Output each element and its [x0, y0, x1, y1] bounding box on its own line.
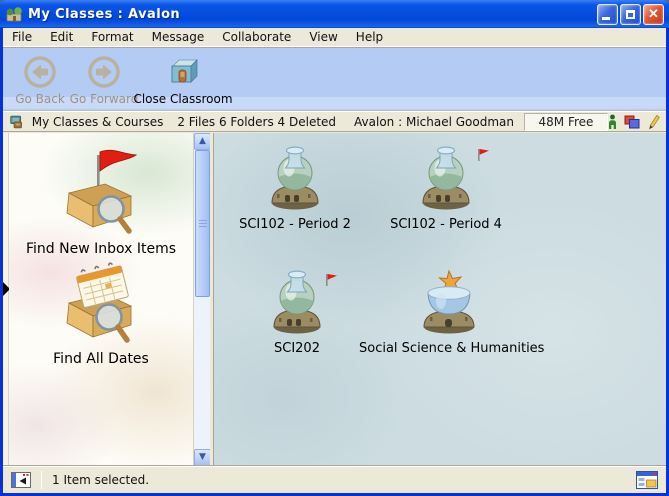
flask-building-icon — [421, 145, 471, 211]
minimize-icon — [602, 17, 610, 20]
status-bar: 1 Item selected. — [3, 466, 666, 493]
menu-file[interactable]: File — [3, 28, 41, 47]
go-back-button[interactable]: Go Back — [9, 54, 71, 106]
infobar-location: My Classes & Courses — [32, 115, 164, 129]
classroom-canvas[interactable]: SCI102 - Period 2 — [214, 133, 666, 466]
find-new-inbox-items-label: Find New Inbox Items — [9, 241, 193, 257]
find-all-dates-label: Find All Dates — [9, 351, 193, 367]
minimize-button[interactable] — [597, 4, 618, 25]
menu-format[interactable]: Format — [82, 28, 142, 47]
course-sci102-period2[interactable]: SCI102 - Period 2 — [215, 145, 375, 232]
course-label: SCI102 - Period 2 — [215, 217, 375, 232]
menu-collaborate[interactable]: Collaborate — [213, 28, 300, 47]
scroll-up-button[interactable]: ▲ — [194, 133, 211, 150]
layers-icon[interactable] — [624, 115, 640, 129]
info-bar: My Classes & Courses 2 Files 6 Folders 4… — [3, 111, 666, 132]
close-button[interactable]: ✕ — [643, 4, 664, 25]
course-sci202[interactable]: SCI202 — [217, 269, 377, 356]
bowl-starfish-building-icon — [421, 269, 477, 335]
course-sci102-period4[interactable]: SCI102 - Period 4 — [366, 145, 526, 232]
scrollbar-thumb[interactable] — [195, 150, 210, 297]
sidebar-scrollbar[interactable]: ▲ ▼ — [193, 133, 210, 466]
find-new-inbox-items[interactable]: Find New Inbox Items — [9, 147, 193, 257]
close-classroom-label: Close Classroom — [133, 92, 232, 106]
course-label: SCI202 — [217, 341, 377, 356]
toolbar: Go Back Go Forward — [3, 48, 666, 111]
window-title: My Classes : Avalon — [28, 7, 597, 22]
app-logo-icon — [5, 5, 23, 23]
find-all-dates[interactable]: Find All Dates — [9, 257, 193, 367]
go-forward-icon — [87, 55, 121, 89]
status-message: 1 Item selected. — [52, 473, 149, 487]
menu-message[interactable]: Message — [143, 28, 214, 47]
new-items-flag-icon — [325, 272, 338, 291]
online-user-icon[interactable] — [608, 114, 617, 130]
calendar-search-icon — [49, 257, 153, 345]
go-forward-label: Go Forward — [70, 92, 139, 106]
infobar-identity: Avalon : Michael Goodman — [354, 115, 514, 129]
edit-pencil-icon[interactable] — [647, 114, 660, 130]
go-back-icon — [23, 55, 57, 89]
go-back-label: Go Back — [15, 92, 65, 106]
layout-view-icon[interactable] — [636, 471, 658, 489]
inbox-flag-search-icon — [49, 147, 153, 235]
classroom-building-icon — [167, 56, 199, 88]
course-social-science-humanities[interactable]: Social Science & Humanities — [359, 269, 539, 356]
course-label: SCI102 - Period 4 — [366, 217, 526, 232]
go-forward-button[interactable]: Go Forward — [73, 54, 135, 106]
maximize-icon — [626, 10, 635, 19]
close-classroom-button[interactable]: Close Classroom — [137, 54, 229, 106]
close-icon: ✕ — [644, 6, 663, 22]
maximize-button[interactable] — [620, 4, 641, 25]
scrollbar-grip — [199, 220, 207, 228]
window-frame: File Edit Format Message Collaborate Vie… — [3, 28, 666, 493]
menu-bar: File Edit Format Message Collaborate Vie… — [3, 28, 666, 47]
content-area: Find New Inbox Items — [3, 133, 666, 466]
classes-desk-icon — [9, 114, 26, 130]
menu-view[interactable]: View — [300, 28, 346, 47]
infobar-stats: 2 Files 6 Folders 4 Deleted — [177, 115, 336, 129]
title-bar[interactable]: My Classes : Avalon ✕ — [0, 0, 669, 28]
new-items-flag-icon — [477, 147, 490, 166]
status-separator — [41, 471, 42, 489]
menu-help[interactable]: Help — [347, 28, 392, 47]
free-space-indicator: 48M Free — [524, 113, 608, 131]
scroll-down-button[interactable]: ▼ — [194, 449, 211, 466]
app-window: My Classes : Avalon ✕ File Edit Format M… — [0, 0, 669, 496]
menu-edit[interactable]: Edit — [41, 28, 82, 47]
flask-building-icon — [270, 145, 320, 211]
finder-sidebar: Find New Inbox Items — [9, 133, 193, 466]
panel-toggle-icon[interactable] — [11, 472, 31, 488]
flask-building-icon — [272, 269, 322, 335]
course-label: Social Science & Humanities — [359, 341, 539, 356]
